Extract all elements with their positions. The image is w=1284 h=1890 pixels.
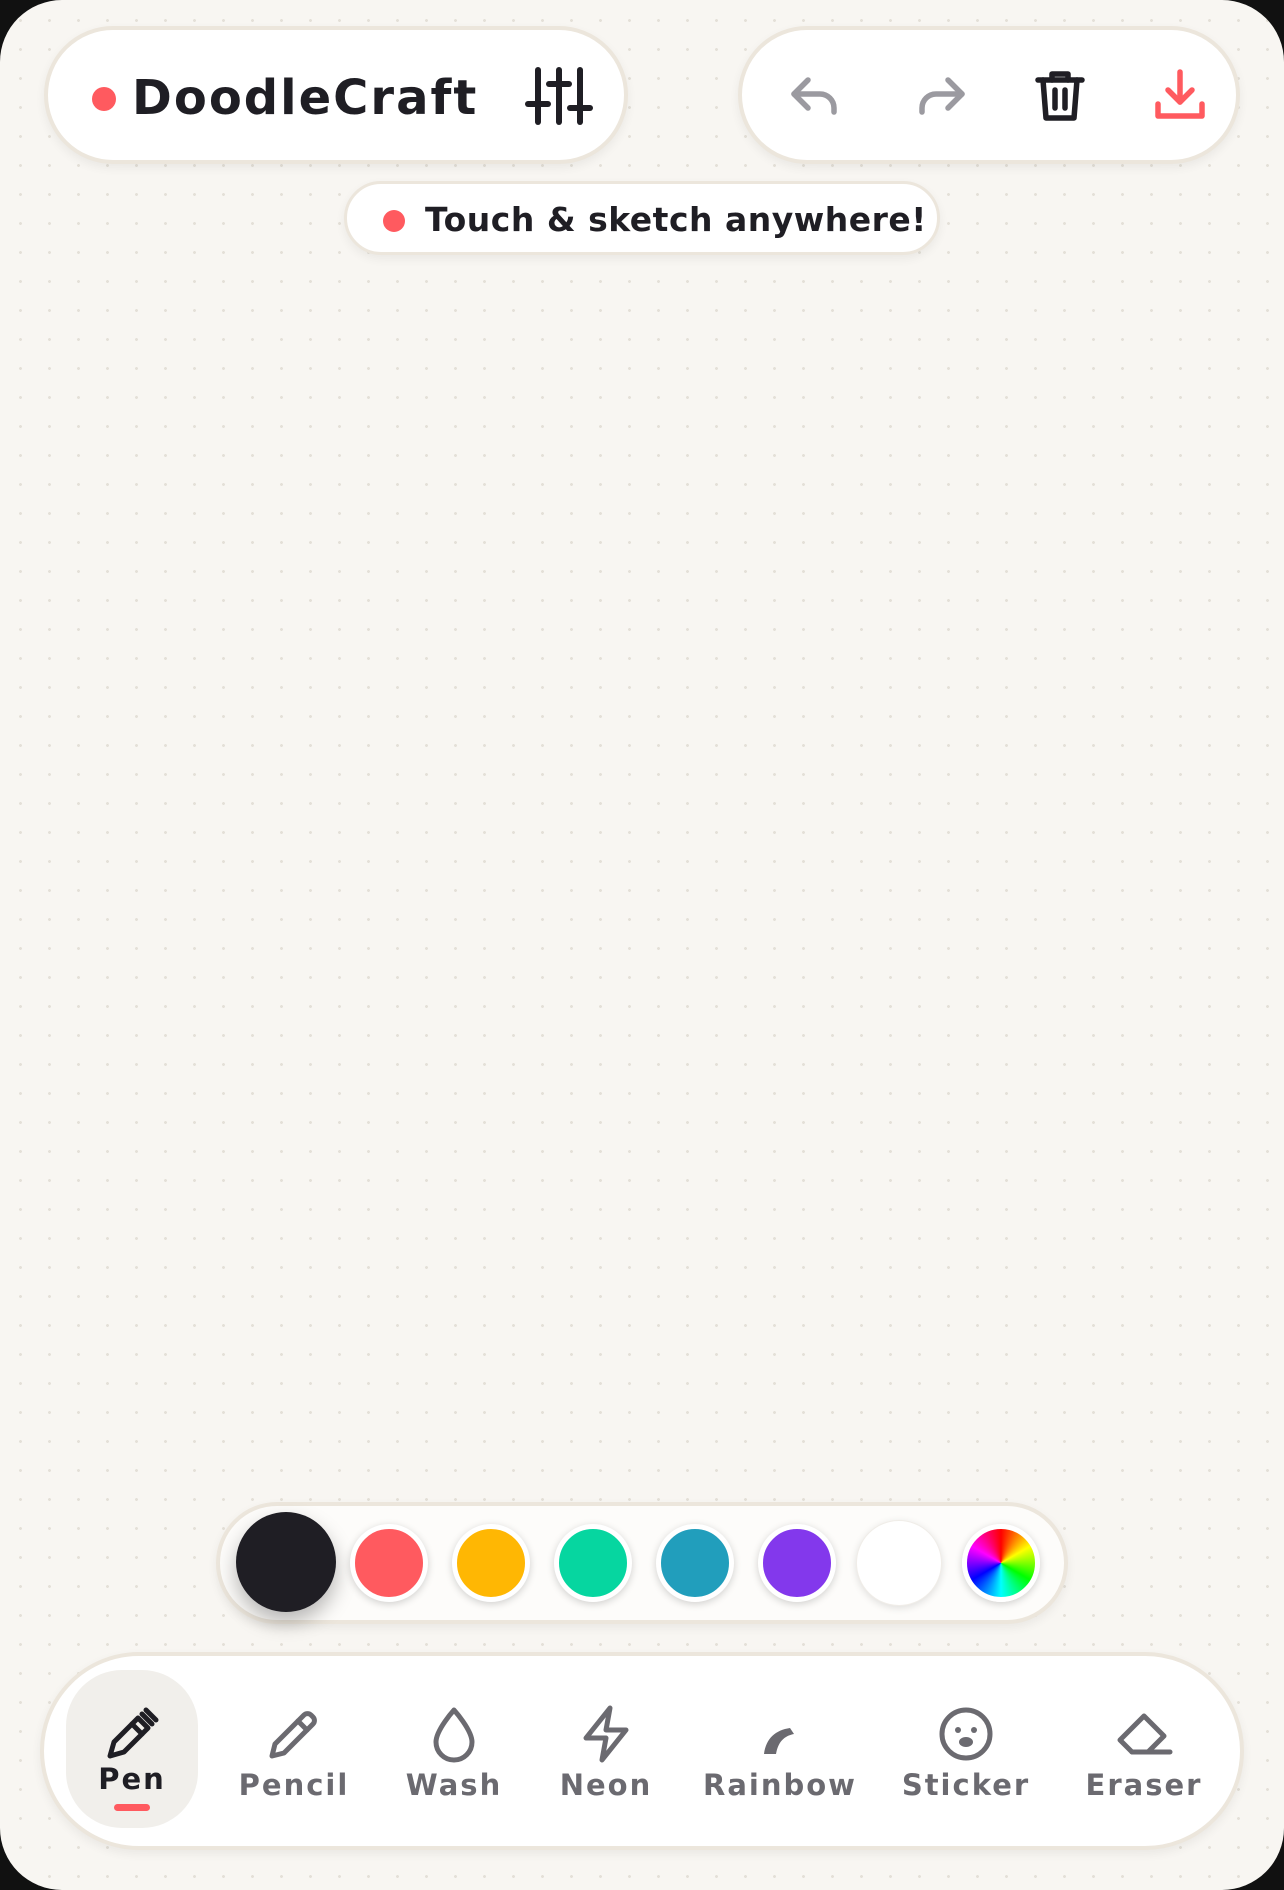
redo-icon xyxy=(919,77,965,115)
hint-banner: Touch & sketch anywhere! xyxy=(344,181,940,255)
undo-icon xyxy=(791,77,837,115)
tool-label: Sticker xyxy=(901,1768,1031,1802)
smiley-icon xyxy=(939,1707,993,1761)
rainbow-icon xyxy=(764,1728,794,1754)
color-swatch-red[interactable] xyxy=(350,1524,428,1602)
pencil-icon xyxy=(269,1711,317,1759)
tool-label: Rainbow xyxy=(703,1768,857,1802)
download-icon xyxy=(1155,69,1205,119)
tool-eraser[interactable]: Eraser xyxy=(1074,1670,1214,1828)
color-wheel-icon[interactable] xyxy=(962,1524,1040,1602)
droplet-icon xyxy=(433,1707,475,1763)
color-swatch-white[interactable] xyxy=(856,1520,942,1606)
trash-icon xyxy=(1035,71,1085,121)
lightning-icon xyxy=(583,1705,629,1763)
tool-label: Pencil xyxy=(238,1768,350,1802)
title-bar: DoodleCraft xyxy=(44,26,628,164)
tool-label: Eraser xyxy=(1085,1768,1203,1802)
eraser-icon xyxy=(1117,1713,1173,1755)
clear-button[interactable] xyxy=(1028,64,1092,128)
hint-dot xyxy=(383,210,405,232)
tool-pen[interactable]: Pen xyxy=(66,1670,198,1828)
drawing-canvas[interactable]: DoodleCraft Touch & sketch anywhere! Pen… xyxy=(0,0,1284,1890)
hint-text: Touch & sketch anywhere! xyxy=(425,200,927,239)
sliders-icon xyxy=(525,67,593,125)
tool-wash[interactable]: Wash xyxy=(394,1670,514,1828)
tool-sticker[interactable]: Sticker xyxy=(896,1670,1036,1828)
color-swatch-purple[interactable] xyxy=(758,1524,836,1602)
tool-label: Pen xyxy=(98,1762,166,1796)
download-button[interactable] xyxy=(1148,64,1212,128)
tool-label: Wash xyxy=(405,1768,503,1802)
pen-icon xyxy=(107,1707,159,1759)
color-swatch-green[interactable] xyxy=(554,1524,632,1602)
tool-neon[interactable]: Neon xyxy=(546,1670,666,1828)
color-palette xyxy=(216,1502,1068,1624)
action-bar xyxy=(738,26,1240,164)
tool-label: Neon xyxy=(559,1768,653,1802)
color-swatch-yellow[interactable] xyxy=(452,1524,530,1602)
active-indicator xyxy=(114,1804,150,1811)
undo-button[interactable] xyxy=(782,64,846,128)
redo-button[interactable] xyxy=(910,64,974,128)
status-dot xyxy=(92,87,116,111)
tool-bar: Pen Pencil Wash Neon Rainbow Sticker Era… xyxy=(40,1652,1244,1850)
app-title: DoodleCraft xyxy=(132,70,479,126)
color-swatch-blue[interactable] xyxy=(656,1524,734,1602)
settings-button[interactable] xyxy=(524,66,594,126)
color-swatch-black[interactable] xyxy=(236,1512,336,1612)
tool-rainbow[interactable]: Rainbow xyxy=(700,1670,860,1828)
tool-pencil[interactable]: Pencil xyxy=(234,1670,354,1828)
